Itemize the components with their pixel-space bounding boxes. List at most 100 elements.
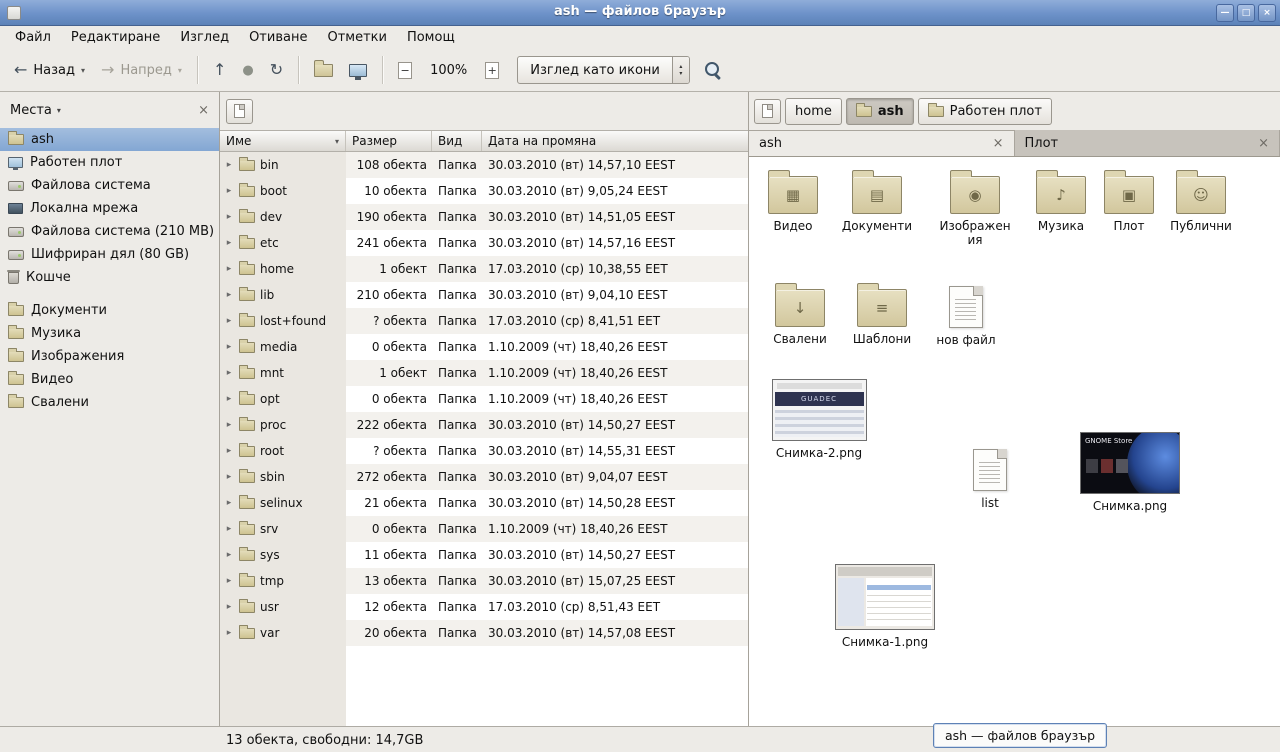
sidebar-item-music[interactable]: Музика — [0, 322, 219, 345]
expander-icon[interactable]: ▸ — [224, 446, 234, 456]
icon-item-new-file[interactable]: нов файл — [930, 282, 1002, 347]
table-row[interactable]: ▸home1 обектПапка17.03.2010 (ср) 10,38,5… — [220, 256, 748, 282]
icon-item-music-folder[interactable]: ♪ Музика — [1025, 169, 1097, 233]
view-mode-spinner[interactable]: ▴ ▾ — [672, 57, 689, 83]
computer-button[interactable] — [341, 58, 375, 83]
reload-button[interactable]: ↻ — [262, 56, 291, 84]
home-button[interactable] — [306, 58, 341, 83]
icon-item-videos-folder[interactable]: ▦ Видео — [757, 169, 829, 233]
sidebar-item-downloads[interactable]: Свалени — [0, 391, 219, 414]
expander-icon[interactable]: ▸ — [224, 394, 234, 404]
zoom-out-button[interactable]: − — [390, 56, 420, 85]
expander-icon[interactable]: ▸ — [224, 550, 234, 560]
minimize-button[interactable]: — — [1216, 4, 1234, 22]
sidebar-item-local-network[interactable]: Локална мрежа — [0, 197, 219, 220]
table-row[interactable]: ▸usr12 обектаПапка17.03.2010 (ср) 8,51,4… — [220, 594, 748, 620]
places-selector-label[interactable]: Места — [10, 103, 52, 118]
menu-edit[interactable]: Редактиране — [61, 27, 170, 48]
expander-icon[interactable]: ▸ — [224, 576, 234, 586]
icon-item-snimka[interactable]: GNOME Store Снимка.png — [1078, 432, 1182, 513]
menu-help[interactable]: Помощ — [397, 27, 465, 48]
icon-item-pictures-folder[interactable]: ◉ Изображения — [939, 169, 1011, 248]
table-row[interactable]: ▸srv0 обектаПапка1.10.2009 (чт) 18,40,26… — [220, 516, 748, 542]
tab-close-button[interactable]: × — [1258, 136, 1269, 151]
menu-go[interactable]: Отиване — [239, 27, 317, 48]
column-header-type[interactable]: Вид — [432, 131, 482, 151]
sidebar-item-trash[interactable]: Кошче — [0, 266, 219, 289]
icon-item-documents-folder[interactable]: ▤ Документи — [841, 169, 913, 233]
zoom-in-button[interactable]: + — [477, 56, 507, 85]
table-row[interactable]: ▸selinux21 обектаПапка30.03.2010 (вт) 14… — [220, 490, 748, 516]
back-history-chevron-icon[interactable]: ▾ — [81, 66, 85, 75]
pathbar-scroll-button[interactable] — [754, 99, 781, 124]
icon-item-downloads-folder[interactable]: ↓ Свалени — [764, 282, 836, 346]
titlebar[interactable]: ash — файлов браузър — □ × — [0, 0, 1280, 26]
expander-icon[interactable]: ▸ — [224, 160, 234, 170]
expander-icon[interactable]: ▸ — [224, 264, 234, 274]
table-row[interactable]: ▸etc241 обектаПапка30.03.2010 (вт) 14,57… — [220, 230, 748, 256]
table-row[interactable]: ▸root? обектаПапка30.03.2010 (вт) 14,55,… — [220, 438, 748, 464]
icon-item-snimka-1[interactable]: Снимка-1.png — [833, 564, 937, 649]
tab-plot[interactable]: Плот × — [1015, 130, 1280, 156]
table-row[interactable]: ▸var20 обектаПапка30.03.2010 (вт) 14,57,… — [220, 620, 748, 646]
table-row[interactable]: ▸proc222 обектаПапка30.03.2010 (вт) 14,5… — [220, 412, 748, 438]
column-header-name[interactable]: Име ▾ — [220, 131, 346, 151]
up-button[interactable]: ↑ — [205, 56, 234, 84]
table-row[interactable]: ▸bin108 обектаПапка30.03.2010 (вт) 14,57… — [220, 152, 748, 178]
maximize-button[interactable]: □ — [1237, 4, 1255, 22]
icon-item-snimka-2[interactable]: GUADEC Снимка-2.png — [767, 379, 871, 460]
expander-icon[interactable]: ▸ — [224, 316, 234, 326]
path-button-ash[interactable]: ash — [846, 98, 914, 125]
back-button[interactable]: ← Назад ▾ — [6, 56, 93, 84]
sidebar-item-videos[interactable]: Видео — [0, 368, 219, 391]
table-row[interactable]: ▸sys11 обектаПапка30.03.2010 (вт) 14,50,… — [220, 542, 748, 568]
path-button-desktop[interactable]: Работен плот — [918, 98, 1052, 125]
places-selector-chevron-icon[interactable]: ▾ — [57, 106, 61, 115]
search-button[interactable] — [704, 61, 722, 79]
expander-icon[interactable]: ▸ — [224, 290, 234, 300]
sidebar-item-pictures[interactable]: Изображения — [0, 345, 219, 368]
icon-item-templates-folder[interactable]: ≡ Шаблони — [846, 282, 918, 346]
icon-item-public-folder[interactable]: ☺ Публични — [1165, 169, 1237, 233]
expander-icon[interactable]: ▸ — [224, 420, 234, 430]
path-button-home[interactable]: home — [785, 98, 842, 125]
icon-item-desktop-folder[interactable]: ▣ Плот — [1093, 169, 1165, 233]
tab-ash[interactable]: ash × — [749, 130, 1015, 156]
table-row[interactable]: ▸mnt1 обектПапка1.10.2009 (чт) 18,40,26 … — [220, 360, 748, 386]
expander-icon[interactable]: ▸ — [224, 342, 234, 352]
sidebar-close-button[interactable]: × — [198, 103, 209, 118]
table-row[interactable]: ▸opt0 обектаПапка1.10.2009 (чт) 18,40,26… — [220, 386, 748, 412]
expander-icon[interactable]: ▸ — [224, 472, 234, 482]
sidebar-item-ash[interactable]: ash — [0, 128, 219, 151]
sidebar-item-encrypted-80gb[interactable]: Шифриран дял (80 GB) — [0, 243, 219, 266]
expander-icon[interactable]: ▸ — [224, 498, 234, 508]
sidebar-item-filesystem-210mb[interactable]: Файлова система (210 MB) — [0, 220, 219, 243]
expander-icon[interactable]: ▸ — [224, 368, 234, 378]
column-header-date[interactable]: Дата на промяна — [482, 131, 748, 151]
table-row[interactable]: ▸dev190 обектаПапка30.03.2010 (вт) 14,51… — [220, 204, 748, 230]
expander-icon[interactable]: ▸ — [224, 602, 234, 612]
taskbar-window-button[interactable]: ash — файлов браузър — [933, 723, 1107, 748]
menu-view[interactable]: Изглед — [170, 27, 239, 48]
menu-bookmarks[interactable]: Отметки — [317, 27, 396, 48]
expander-icon[interactable]: ▸ — [224, 524, 234, 534]
stop-button[interactable]: ● — [234, 58, 261, 83]
sidebar-item-filesystem[interactable]: Файлова система — [0, 174, 219, 197]
table-row[interactable]: ▸lost+found? обектаПапка17.03.2010 (ср) … — [220, 308, 748, 334]
close-button[interactable]: × — [1258, 4, 1276, 22]
forward-button[interactable]: → Напред ▾ — [93, 56, 190, 84]
list-pane-location-button[interactable] — [226, 99, 253, 124]
expander-icon[interactable]: ▸ — [224, 238, 234, 248]
expander-icon[interactable]: ▸ — [224, 186, 234, 196]
icon-view[interactable]: ▦ Видео ▤ Документи ◉ Изображения ♪ Музи… — [749, 157, 1280, 726]
tab-close-button[interactable]: × — [993, 136, 1004, 151]
table-row[interactable]: ▸sbin272 обектаПапка30.03.2010 (вт) 9,04… — [220, 464, 748, 490]
expander-icon[interactable]: ▸ — [224, 628, 234, 638]
expander-icon[interactable]: ▸ — [224, 212, 234, 222]
sidebar-item-documents[interactable]: Документи — [0, 299, 219, 322]
table-row[interactable]: ▸tmp13 обектаПапка30.03.2010 (вт) 15,07,… — [220, 568, 748, 594]
view-mode-select[interactable]: Изглед като икони ▴ ▾ — [517, 56, 690, 84]
column-header-size[interactable]: Размер — [346, 131, 432, 151]
table-row[interactable]: ▸media0 обектаПапка1.10.2009 (чт) 18,40,… — [220, 334, 748, 360]
menu-file[interactable]: Файл — [5, 27, 61, 48]
